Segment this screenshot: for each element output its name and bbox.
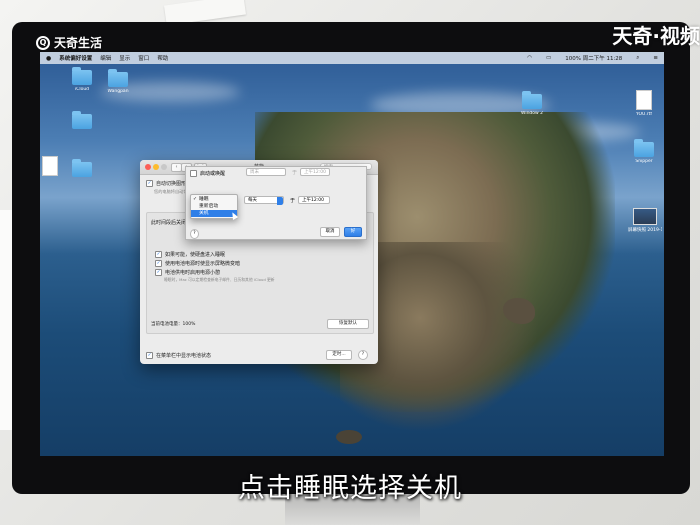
desktop-icon[interactable]: Snipper: [632, 139, 656, 164]
power-nap-checkbox[interactable]: ✓: [155, 269, 162, 276]
cancel-button[interactable]: 取消: [320, 227, 340, 237]
hard-disk-checkbox[interactable]: ✓: [155, 251, 162, 258]
search-icon[interactable]: ⌕: [636, 55, 639, 62]
sheet-help-button[interactable]: ?: [190, 229, 199, 239]
battery-level-text: 当前电池电量：100%: [151, 322, 196, 327]
apple-icon[interactable]: ●: [46, 55, 51, 62]
restore-defaults-button[interactable]: 恢复默认: [327, 319, 369, 329]
popup-arrow-icon: [277, 197, 283, 205]
menu-item-edit[interactable]: 编辑: [100, 54, 111, 62]
folder-icon: [522, 91, 542, 109]
help-button[interactable]: ?: [358, 350, 368, 360]
control-center-icon[interactable]: ≡: [653, 55, 658, 61]
desktop-icon[interactable]: [70, 159, 94, 179]
folder-icon: [72, 67, 92, 85]
ok-button[interactable]: 好: [344, 227, 362, 237]
menubar-status[interactable]: 100% 周二下午 11:28: [565, 54, 622, 62]
startup-day-popup[interactable]: 周末: [246, 168, 286, 176]
desktop-icon[interactable]: YOU.rtf: [632, 90, 656, 117]
menu-option-sleep[interactable]: ✓ 睡眠: [191, 196, 237, 203]
desktop-icon[interactable]: Wangpan: [106, 69, 130, 94]
battery-icon[interactable]: ▭: [546, 55, 551, 61]
desktop-icon[interactable]: Window 2: [520, 91, 544, 116]
show-battery-row[interactable]: ✓ 在菜单栏中显示电池状态: [146, 352, 211, 359]
desktop-icon[interactable]: [70, 111, 94, 131]
menu-item-view[interactable]: 显示: [119, 54, 130, 62]
desktop-icon[interactable]: [40, 156, 62, 178]
desktop-icon[interactable]: iCloud: [70, 67, 94, 92]
option-dim-display[interactable]: ✓ 使用电池电源时使显示屏略微变暗: [155, 260, 240, 267]
subtitle-caption: 点击睡眠选择关机: [238, 473, 462, 504]
watermark-left: Q 天奇生活: [36, 34, 102, 51]
desktop-icon[interactable]: 屏幕快照 2019-12-...: [628, 208, 662, 233]
action-at-label: 于: [290, 198, 296, 204]
menu-option-restart[interactable]: 重新启动: [191, 203, 237, 210]
menu-item-window[interactable]: 窗口: [138, 54, 149, 62]
menu-item-help[interactable]: 帮助: [157, 54, 168, 62]
sea-rock: [336, 430, 362, 444]
startup-checkbox[interactable]: [190, 170, 197, 177]
folder-icon: [108, 69, 128, 87]
brand-logo-icon: Q: [36, 35, 50, 50]
document-icon: [42, 156, 58, 176]
startup-row[interactable]: 启动或唤醒: [190, 170, 225, 177]
watermark-right: 天奇·视频: [612, 24, 700, 48]
dim-display-checkbox[interactable]: ✓: [155, 260, 162, 267]
action-time-field[interactable]: 上午12:00: [298, 196, 330, 204]
desktop-screen: ● 系统偏好设置 编辑 显示 窗口 帮助 ◠ ▭ 100% 周二下午 11:28…: [40, 52, 664, 456]
startup-at-label: 于: [292, 170, 298, 176]
wifi-icon[interactable]: ◠: [527, 55, 532, 61]
folder-icon: [72, 111, 92, 129]
auto-switch-checkbox[interactable]: ✓: [146, 180, 153, 187]
option-power-nap[interactable]: ✓ 电池供电时启用电源小憩: [155, 269, 220, 276]
menu-item-app[interactable]: 系统偏好设置: [59, 54, 92, 62]
action-day-popup[interactable]: 每天: [244, 196, 284, 205]
show-battery-checkbox[interactable]: ✓: [146, 352, 153, 359]
power-nap-description: 睡眠时，Mac 可以定期检查新电子邮件、日历和其他 iCloud 更新: [164, 277, 275, 282]
schedule-button[interactable]: 定时...: [326, 350, 352, 360]
document-icon: [636, 90, 652, 110]
folder-icon: [634, 139, 654, 157]
screenshot-icon: [633, 208, 657, 225]
option-hard-disk[interactable]: ✓ 如果可能，使硬盘进入睡眠: [155, 251, 225, 258]
menu-bar: ● 系统偏好设置 编辑 显示 窗口 帮助 ◠ ▭ 100% 周二下午 11:28…: [40, 52, 664, 64]
startup-time-field[interactable]: 上午12:00: [300, 168, 330, 176]
checkmark-icon: ✓: [193, 197, 198, 202]
folder-icon: [72, 159, 92, 177]
